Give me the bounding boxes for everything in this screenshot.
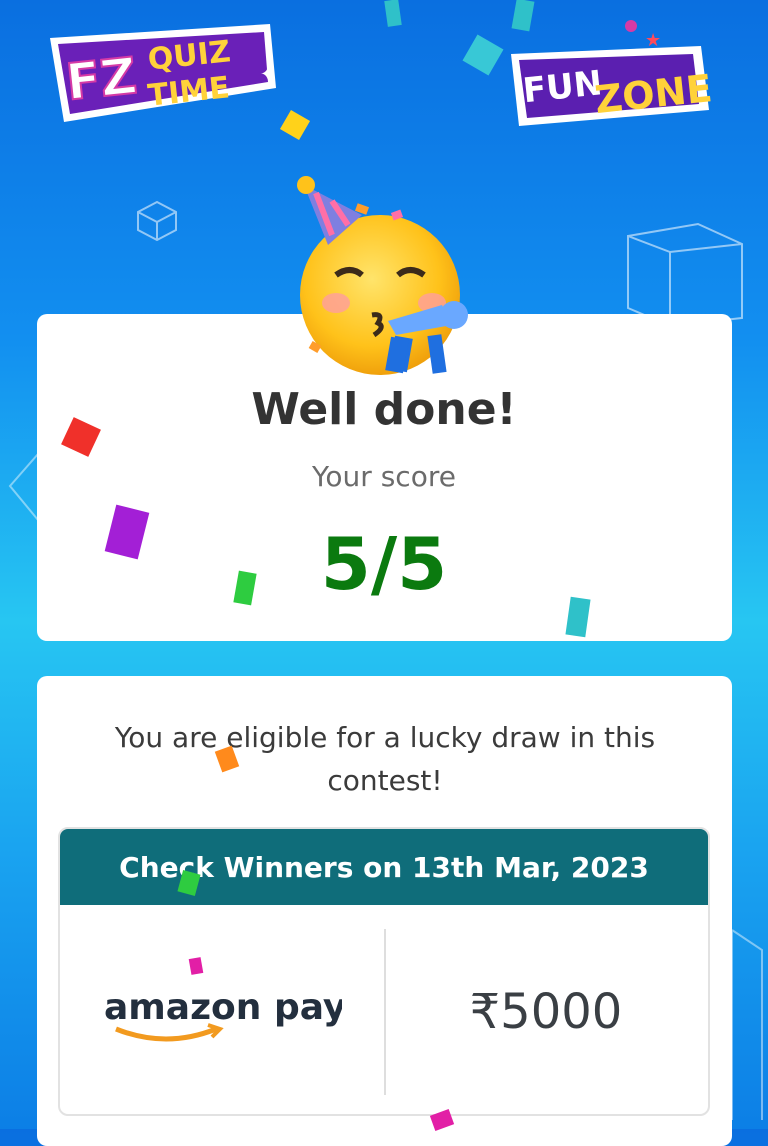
winners-header: Check Winners on 13th Mar, 2023 [60, 829, 708, 905]
logo-fz-text: FZ [63, 47, 139, 112]
prize-row: amazon pay ₹5000 [60, 905, 708, 1114]
eligibility-message: You are eligible for a lucky draw in thi… [114, 721, 656, 797]
svg-text:✦: ✦ [260, 64, 275, 85]
confetti-piece [462, 34, 504, 76]
amazon-pay-logo: amazon pay [104, 987, 342, 1041]
confetti-piece [384, 0, 402, 27]
fun-zone-logo: FUN ZONE ★ [511, 20, 714, 126]
quiz-time-logo: FZ QUIZ TIME ✦ [50, 24, 276, 122]
prize-brand-cell: amazon pay [60, 905, 384, 1114]
logo-fun-text: FUN [521, 63, 604, 111]
confetti-piece [188, 957, 204, 975]
result-title: Well done! [251, 384, 517, 435]
svg-text:amazon pay: amazon pay [104, 987, 342, 1028]
confetti-piece [279, 109, 311, 141]
prize-amount-cell: ₹5000 [384, 905, 708, 1114]
logo-time-text: TIME [146, 70, 231, 113]
cube-decoration-icon [137, 200, 177, 242]
prize-divider [384, 929, 386, 1095]
svg-text:★: ★ [645, 30, 661, 51]
score-label: Your score [312, 460, 456, 493]
winners-panel: Check Winners on 13th Mar, 2023 amazon p… [58, 827, 710, 1116]
prize-amount: ₹5000 [469, 983, 623, 1040]
cube-decoration-icon [627, 222, 743, 328]
